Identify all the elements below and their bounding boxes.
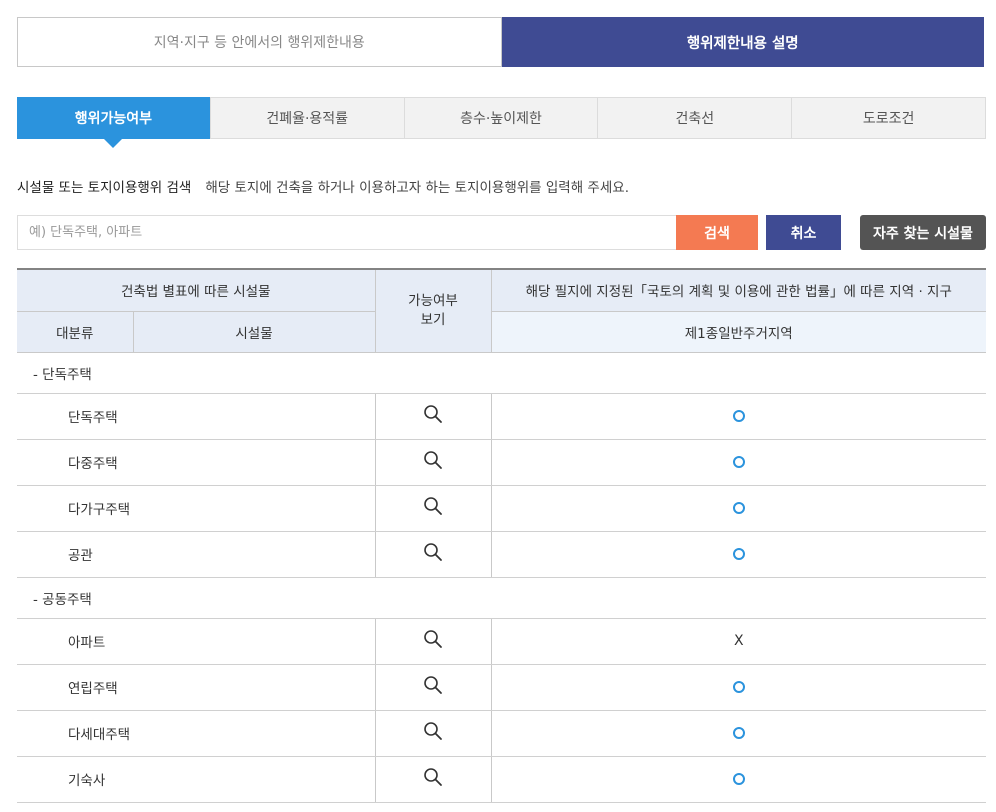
tab-coverage-ratio[interactable]: 건폐율·용적률 [209, 98, 404, 138]
magnifier-icon[interactable] [423, 629, 443, 653]
result-cell [491, 756, 986, 803]
category-row: - 단독주택 [17, 352, 986, 394]
availability-view-cell [374, 439, 492, 486]
cancel-button[interactable]: 취소 [766, 215, 841, 250]
allowed-circle-icon [732, 456, 745, 468]
magnifier-icon[interactable] [423, 721, 443, 745]
facility-name: 다중주택 [17, 439, 375, 486]
table-row: 연립주택 [17, 664, 986, 711]
search-button[interactable]: 검색 [676, 215, 758, 250]
header-facility-name: 시설물 [133, 311, 376, 353]
tab-permissibility[interactable]: 행위가능여부 [17, 97, 210, 148]
facility-name: 연립주택 [17, 664, 375, 711]
search-input[interactable] [17, 215, 677, 250]
tab-restriction-description[interactable]: 행위제한내용 설명 [501, 17, 984, 67]
tab-height-limit[interactable]: 층수·높이제한 [403, 98, 598, 138]
header-zone: 제1종일반주거지역 [491, 311, 986, 353]
result-cell [491, 439, 986, 486]
table-row: 다중주택 [17, 439, 986, 486]
facility-name: 공관 [17, 531, 375, 578]
table-row: 다세대주택 [17, 710, 986, 757]
allowed-circle-icon [732, 681, 745, 693]
allowed-circle-icon [732, 727, 745, 739]
availability-view-cell [374, 531, 492, 578]
table-row: 단독주택 [17, 393, 986, 440]
magnifier-icon[interactable] [423, 404, 443, 428]
facility-name: 단독주택 [17, 393, 375, 440]
table-body: - 단독주택 단독주택 다중주택 다가구주택 공관 - 공동주택 아파트 X 연립주택 다세대주택… [17, 352, 986, 803]
table-row: 아파트 X [17, 618, 986, 665]
allowed-circle-icon [732, 548, 745, 560]
availability-view-cell [374, 664, 492, 711]
table-row: 다가구주택 [17, 485, 986, 532]
tab-area-restrictions[interactable]: 지역·지구 등 안에서의 행위제한내용 [17, 17, 502, 67]
facility-name: 아파트 [17, 618, 375, 665]
magnifier-icon[interactable] [423, 450, 443, 474]
category-label: - 공동주택 [17, 577, 986, 619]
header-availability: 가능여부 보기 [375, 268, 492, 353]
result-cell: X [491, 618, 986, 665]
tab-building-line[interactable]: 건축선 [597, 98, 791, 138]
search-title: 시설물 또는 토지이용행위 검색 [17, 180, 192, 196]
category-label: - 단독주택 [17, 352, 986, 394]
category-row: - 공동주택 [17, 577, 986, 619]
facility-name: 기숙사 [17, 756, 375, 803]
not-allowed-mark: X [733, 633, 744, 649]
result-cell [491, 393, 986, 440]
table-row: 공관 [17, 531, 986, 578]
facility-name: 다세대주택 [17, 710, 375, 757]
search-header: 시설물 또는 토지이용행위 검색 해당 토지에 건축을 하거나 이용하고자 하는… [17, 176, 986, 196]
magnifier-icon[interactable] [423, 496, 443, 520]
sub-tab-bar: 행위가능여부 건폐율·용적률 층수·높이제한 건축선 도로조건 [17, 97, 986, 148]
header-law: 해당 필지에 지정된「국토의 계획 및 이용에 관한 법률」에 따른 지역 · … [491, 268, 986, 312]
result-cell [491, 531, 986, 578]
result-cell [491, 485, 986, 532]
allowed-circle-icon [732, 502, 745, 514]
search-description: 해당 토지에 건축을 하거나 이용하고자 하는 토지이용행위를 입력해 주세요. [205, 180, 629, 196]
header-category: 대분류 [17, 311, 134, 353]
availability-view-cell [374, 485, 492, 532]
table-row: 기숙사 [17, 756, 986, 803]
header-availability-line2: 보기 [420, 311, 446, 328]
result-cell [491, 664, 986, 711]
availability-view-cell [374, 756, 492, 803]
header-facility: 건축법 별표에 따른 시설물 [17, 268, 376, 312]
header-availability-line1: 가능여부 [408, 292, 458, 309]
magnifier-icon[interactable] [423, 542, 443, 566]
magnifier-icon[interactable] [423, 675, 443, 699]
frequent-facilities-button[interactable]: 자주 찾는 시설물 [860, 215, 986, 250]
availability-view-cell [374, 393, 492, 440]
magnifier-icon[interactable] [423, 767, 443, 791]
result-cell [491, 710, 986, 757]
tab-road-conditions[interactable]: 도로조건 [791, 98, 985, 138]
allowed-circle-icon [732, 773, 745, 785]
allowed-circle-icon [732, 410, 745, 422]
facility-name: 다가구주택 [17, 485, 375, 532]
top-tab-bar: 지역·지구 등 안에서의 행위제한내용 행위제한내용 설명 [17, 17, 984, 67]
availability-view-cell [374, 618, 492, 665]
availability-view-cell [374, 710, 492, 757]
restriction-table: 건축법 별표에 따른 시설물 가능여부 보기 해당 필지에 지정된「국토의 계획… [17, 268, 986, 803]
